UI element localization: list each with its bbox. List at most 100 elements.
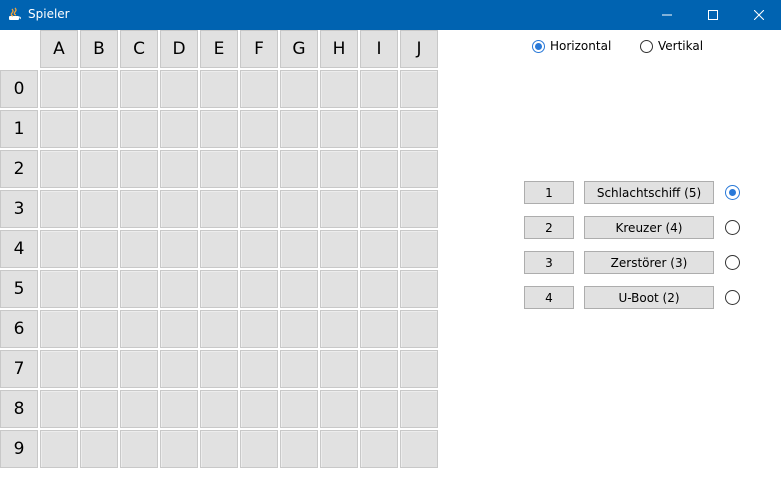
- ship-count-1[interactable]: 1: [524, 181, 574, 204]
- board-cell[interactable]: [360, 110, 398, 148]
- board-cell[interactable]: [160, 150, 198, 188]
- board-cell[interactable]: [400, 390, 438, 428]
- ship-button-schlachtschiff[interactable]: Schlachtschiff (5): [584, 181, 714, 204]
- board-cell[interactable]: [80, 270, 118, 308]
- ship-count-3[interactable]: 3: [524, 251, 574, 274]
- board-cell[interactable]: [400, 310, 438, 348]
- board-cell[interactable]: [200, 150, 238, 188]
- ship-radio-zerstoerer[interactable]: [725, 255, 740, 270]
- board-cell[interactable]: [40, 150, 78, 188]
- row-header[interactable]: 0: [0, 70, 38, 108]
- board-cell[interactable]: [280, 150, 318, 188]
- board-cell[interactable]: [280, 270, 318, 308]
- board-cell[interactable]: [320, 390, 358, 428]
- row-header[interactable]: 2: [0, 150, 38, 188]
- board-cell[interactable]: [80, 150, 118, 188]
- row-header[interactable]: 7: [0, 350, 38, 388]
- board-cell[interactable]: [200, 390, 238, 428]
- board-cell[interactable]: [360, 310, 398, 348]
- board-cell[interactable]: [280, 390, 318, 428]
- board-cell[interactable]: [80, 430, 118, 468]
- board-cell[interactable]: [240, 270, 278, 308]
- maximize-button[interactable]: [690, 0, 736, 30]
- board-cell[interactable]: [160, 70, 198, 108]
- board-cell[interactable]: [400, 430, 438, 468]
- board-cell[interactable]: [280, 110, 318, 148]
- board-cell[interactable]: [360, 230, 398, 268]
- board-cell[interactable]: [160, 430, 198, 468]
- ship-button-u-boot[interactable]: U-Boot (2): [584, 286, 714, 309]
- radio-vertical-indicator[interactable]: [640, 39, 653, 53]
- column-header[interactable]: I: [360, 30, 398, 68]
- board-cell[interactable]: [80, 70, 118, 108]
- row-header[interactable]: 9: [0, 430, 38, 468]
- board-cell[interactable]: [160, 270, 198, 308]
- board-cell[interactable]: [200, 430, 238, 468]
- board-cell[interactable]: [120, 190, 158, 228]
- board-cell[interactable]: [80, 390, 118, 428]
- column-header[interactable]: B: [80, 30, 118, 68]
- board-cell[interactable]: [40, 390, 78, 428]
- ship-count-2[interactable]: 2: [524, 216, 574, 239]
- board-cell[interactable]: [240, 310, 278, 348]
- board-cell[interactable]: [160, 350, 198, 388]
- board-cell[interactable]: [360, 190, 398, 228]
- board-cell[interactable]: [40, 190, 78, 228]
- row-header[interactable]: 4: [0, 230, 38, 268]
- ship-count-4[interactable]: 4: [524, 286, 574, 309]
- board-cell[interactable]: [200, 230, 238, 268]
- radio-vertical[interactable]: Vertikal: [640, 39, 703, 53]
- board-cell[interactable]: [320, 350, 358, 388]
- board-cell[interactable]: [240, 110, 278, 148]
- row-header[interactable]: 3: [0, 190, 38, 228]
- board-cell[interactable]: [360, 150, 398, 188]
- board-cell[interactable]: [360, 70, 398, 108]
- radio-horizontal[interactable]: Horizontal: [532, 39, 611, 53]
- board-cell[interactable]: [240, 230, 278, 268]
- board-cell[interactable]: [200, 190, 238, 228]
- column-header[interactable]: C: [120, 30, 158, 68]
- ship-radio-u-boot[interactable]: [725, 290, 740, 305]
- board-cell[interactable]: [280, 230, 318, 268]
- board-cell[interactable]: [80, 110, 118, 148]
- column-header[interactable]: H: [320, 30, 358, 68]
- ship-button-kreuzer[interactable]: Kreuzer (4): [584, 216, 714, 239]
- radio-horizontal-indicator[interactable]: [532, 39, 545, 53]
- column-header[interactable]: F: [240, 30, 278, 68]
- board-cell[interactable]: [400, 270, 438, 308]
- board-cell[interactable]: [200, 350, 238, 388]
- ship-button-zerstoerer[interactable]: Zerstörer (3): [584, 251, 714, 274]
- board-cell[interactable]: [200, 270, 238, 308]
- row-header[interactable]: 8: [0, 390, 38, 428]
- board-cell[interactable]: [120, 230, 158, 268]
- ship-radio-kreuzer[interactable]: [725, 220, 740, 235]
- board-cell[interactable]: [40, 70, 78, 108]
- minimize-button[interactable]: [644, 0, 690, 30]
- board-cell[interactable]: [320, 430, 358, 468]
- board-cell[interactable]: [240, 150, 278, 188]
- board-cell[interactable]: [280, 190, 318, 228]
- board-cell[interactable]: [120, 430, 158, 468]
- board-cell[interactable]: [320, 70, 358, 108]
- board-cell[interactable]: [200, 70, 238, 108]
- board-cell[interactable]: [360, 270, 398, 308]
- board-cell[interactable]: [160, 110, 198, 148]
- board-cell[interactable]: [200, 110, 238, 148]
- board-cell[interactable]: [400, 110, 438, 148]
- board-cell[interactable]: [80, 230, 118, 268]
- board-cell[interactable]: [120, 390, 158, 428]
- board-cell[interactable]: [40, 230, 78, 268]
- board-cell[interactable]: [80, 190, 118, 228]
- board-cell[interactable]: [80, 350, 118, 388]
- board-cell[interactable]: [120, 270, 158, 308]
- board-cell[interactable]: [120, 150, 158, 188]
- board-cell[interactable]: [280, 310, 318, 348]
- column-header[interactable]: D: [160, 30, 198, 68]
- board-cell[interactable]: [400, 230, 438, 268]
- board-cell[interactable]: [240, 350, 278, 388]
- board-cell[interactable]: [320, 310, 358, 348]
- board-cell[interactable]: [240, 190, 278, 228]
- board-cell[interactable]: [320, 230, 358, 268]
- board-cell[interactable]: [240, 390, 278, 428]
- board-cell[interactable]: [40, 270, 78, 308]
